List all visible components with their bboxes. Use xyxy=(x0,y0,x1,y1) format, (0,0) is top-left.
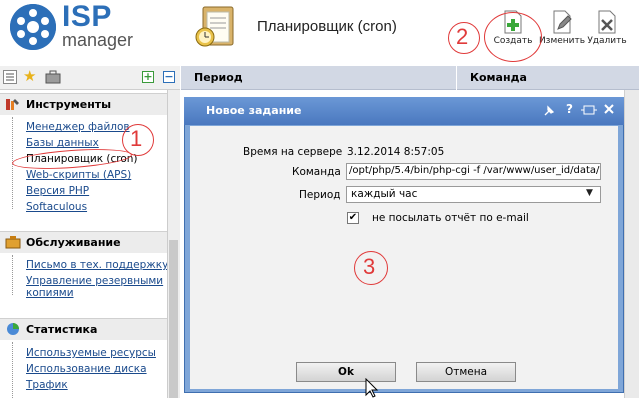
maintenance-icon xyxy=(5,235,21,249)
sidebar-section-title: Обслуживание xyxy=(26,236,121,249)
column-header-period[interactable]: Период xyxy=(194,71,243,84)
column-header-command[interactable]: Команда xyxy=(470,71,527,84)
delete-document-icon xyxy=(596,10,618,34)
logo-mark xyxy=(10,4,56,50)
logo-manager: manager xyxy=(62,30,134,50)
edit-button-label: Изменить xyxy=(538,36,586,46)
favorites-star-icon[interactable]: ★ xyxy=(23,68,36,84)
expand-all-icon[interactable]: + xyxy=(142,71,154,83)
period-select[interactable]: каждый час xyxy=(346,186,601,203)
sidebar-item-resources[interactable]: Используемые ресурсы xyxy=(26,347,156,359)
help-icon[interactable]: ? xyxy=(566,102,573,116)
edit-button[interactable]: Изменить xyxy=(537,6,587,54)
sidebar-section-title: Инструменты xyxy=(26,98,112,111)
logo-isp: ISP xyxy=(62,0,112,33)
ok-button[interactable]: Ok xyxy=(296,362,396,382)
scheduler-icon xyxy=(193,3,241,49)
sidebar-toolbar: ★ + − xyxy=(0,66,180,90)
delete-button-label: Удалить xyxy=(587,36,627,46)
sidebar-item-web-scripts[interactable]: Web-скрипты (APS) xyxy=(26,169,131,181)
no-report-label: не посылать отчёт по e-mail xyxy=(372,212,529,224)
tree-line xyxy=(12,255,13,295)
sidebar-section-statistics[interactable]: Статистика xyxy=(0,318,167,340)
no-report-checkbox[interactable]: ✔ xyxy=(347,212,359,224)
briefcase-icon[interactable] xyxy=(45,70,61,87)
period-label: Период xyxy=(299,189,341,201)
annotation-number-2: 2 xyxy=(456,24,469,49)
sidebar-item-backups[interactable]: Управление резервными копиями xyxy=(26,275,166,299)
sidebar-item-support-letter[interactable]: Письмо в тех. поддержку xyxy=(26,259,168,271)
sidebar-item-disk-usage[interactable]: Использование диска xyxy=(26,363,147,375)
column-separator xyxy=(456,66,457,90)
sidebar-item-databases[interactable]: Базы данных xyxy=(26,137,99,149)
edit-document-icon xyxy=(551,10,573,34)
collapse-all-icon[interactable]: − xyxy=(163,71,175,83)
command-label: Команда xyxy=(292,166,341,178)
server-time-value: 3.12.2014 8:57:05 xyxy=(347,146,445,158)
tools-icon xyxy=(5,97,21,111)
list-view-icon[interactable] xyxy=(3,70,17,84)
tree-line xyxy=(12,342,13,398)
annotation-circle-create xyxy=(484,12,542,62)
resize-icon[interactable] xyxy=(581,104,597,119)
sidebar-item-traffic[interactable]: Трафик xyxy=(26,379,68,391)
server-time-label: Время на сервере xyxy=(243,146,343,158)
dialog-title: Новое задание xyxy=(206,104,302,117)
delete-button[interactable]: Удалить xyxy=(582,6,632,54)
main-scrollbar[interactable] xyxy=(624,90,639,398)
table-header xyxy=(181,66,639,90)
pin-icon[interactable] xyxy=(543,105,555,120)
statistics-icon xyxy=(5,322,21,336)
sidebar-item-file-manager[interactable]: Менеджер файлов xyxy=(26,121,130,133)
sidebar-item-softaculous[interactable]: Softaculous xyxy=(26,201,87,213)
chevron-down-icon[interactable]: ▼ xyxy=(586,188,593,198)
sidebar-section-tools[interactable]: Инструменты xyxy=(0,93,167,115)
annotation-number-1: 1 xyxy=(130,126,143,151)
close-icon[interactable] xyxy=(603,103,615,118)
sidebar-item-php-version[interactable]: Версия PHP xyxy=(26,185,89,197)
cancel-button[interactable]: Отмена xyxy=(416,362,516,382)
command-input[interactable]: /opt/php/5.4/bin/php-cgi -f /var/www/use… xyxy=(346,163,601,180)
sidebar-section-title: Статистика xyxy=(26,323,98,336)
sidebar-scrollbar-thumb[interactable] xyxy=(169,240,178,398)
page-title: Планировщик (cron) xyxy=(257,18,397,35)
annotation-number-3: 3 xyxy=(363,254,376,279)
sidebar-section-maintenance[interactable]: Обслуживание xyxy=(0,231,167,253)
